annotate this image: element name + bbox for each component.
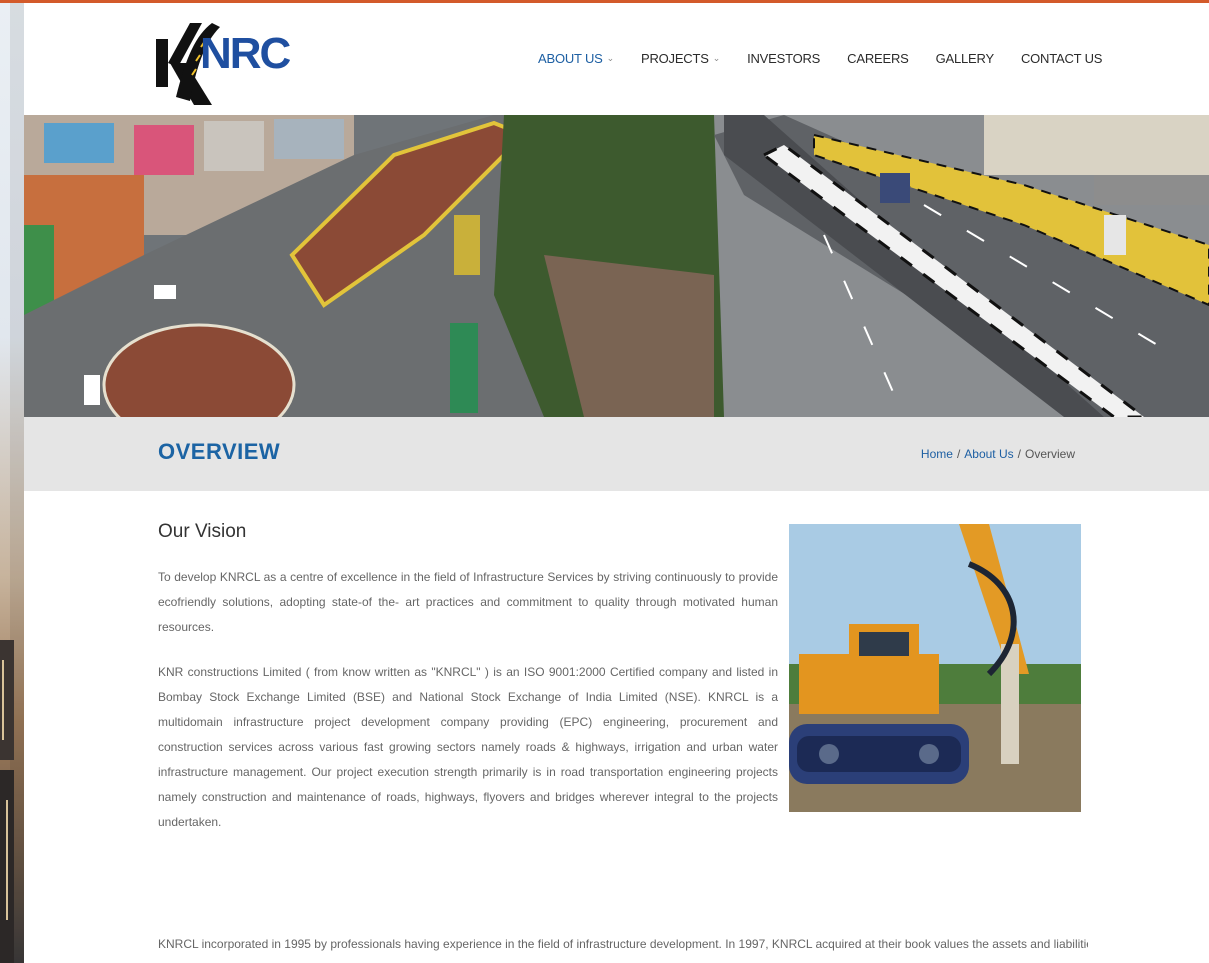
nav-careers[interactable]: CAREERS	[847, 51, 909, 66]
breadcrumb: Home / About Us / Overview	[920, 447, 1075, 461]
history-paragraph: KNRCL incorporated in 1995 by profession…	[158, 937, 1088, 951]
site-header: NRC ABOUT US ⌄ PROJECTS ⌄ INVESTORS CARE…	[24, 3, 1209, 115]
nav-projects[interactable]: PROJECTS ⌄	[641, 51, 720, 66]
section-heading: Our Vision	[158, 521, 247, 542]
page-title-bar: OVERVIEW Home / About Us / Overview	[24, 417, 1209, 491]
nav-gallery[interactable]: GALLERY	[935, 51, 995, 66]
nav-gallery-label: GALLERY	[935, 51, 995, 66]
drilling-rig-photo	[789, 524, 1081, 812]
main-nav: ABOUT US ⌄ PROJECTS ⌄ INVESTORS CAREERS …	[538, 51, 1129, 66]
page-title: OVERVIEW	[158, 439, 281, 464]
logo-text: NRC	[200, 29, 291, 78]
nav-investors[interactable]: INVESTORS	[747, 51, 820, 66]
breadcrumb-about-us[interactable]: About Us	[964, 447, 1013, 461]
nav-contact-us-label: CONTACT US	[1020, 51, 1103, 66]
company-paragraph: KNR constructions Limited ( from know wr…	[158, 665, 778, 829]
chevron-down-icon: ⌄	[712, 53, 721, 63]
breadcrumb-current: Overview	[1024, 447, 1075, 461]
vision-paragraph: To develop KNRCL as a centre of excellen…	[158, 570, 778, 634]
nav-about-us-label: ABOUT US	[538, 51, 603, 66]
breadcrumb-home[interactable]: Home	[921, 447, 953, 461]
page: NRC ABOUT US ⌄ PROJECTS ⌄ INVESTORS CARE…	[24, 3, 1209, 963]
nav-about-us[interactable]: ABOUT US ⌄	[538, 51, 614, 66]
nav-contact-us[interactable]: CONTACT US	[1020, 51, 1103, 66]
nav-careers-label: CAREERS	[847, 51, 909, 66]
hero-banner-image	[24, 115, 1209, 417]
nav-investors-label: INVESTORS	[747, 51, 821, 66]
chevron-down-icon: ⌄	[606, 53, 615, 63]
background-strip	[0, 0, 24, 963]
nav-projects-label: PROJECTS	[640, 51, 709, 66]
main-content: Our Vision To develop KNRCL as a centre …	[158, 521, 778, 855]
logo[interactable]: NRC	[156, 17, 291, 105]
